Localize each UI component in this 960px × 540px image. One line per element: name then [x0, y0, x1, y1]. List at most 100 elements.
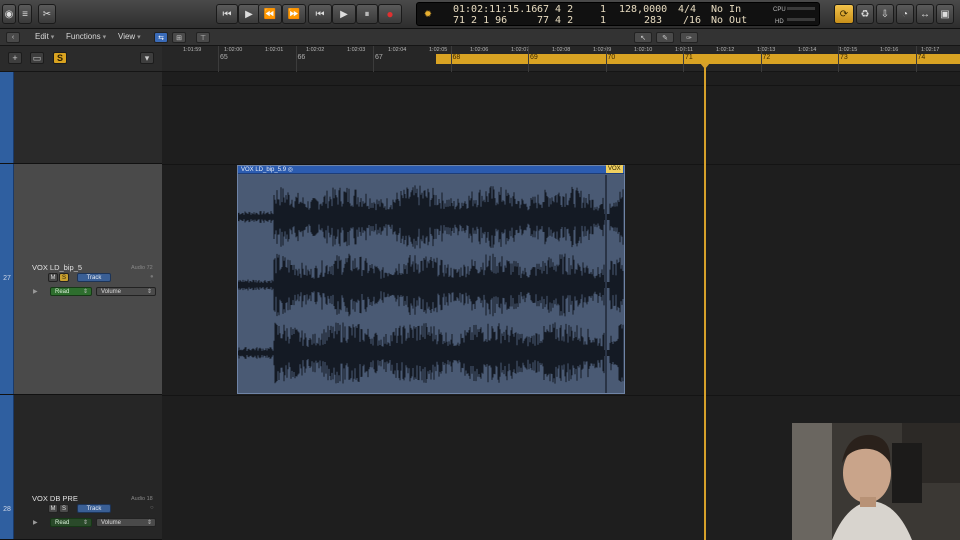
- track-header-28[interactable]: 28 VOX DB PRE Audio 18 M S Track ○ ▶ Rea…: [0, 395, 162, 540]
- forward-button[interactable]: ⏩: [282, 4, 306, 24]
- solo-button[interactable]: S: [59, 273, 69, 282]
- playhead[interactable]: [704, 64, 706, 540]
- lcd-display[interactable]: ✹ 01:02:11:15.16 71 2 1 96 67 4 2 77 4 2…: [416, 2, 820, 26]
- webcam-overlay: [792, 423, 960, 540]
- mute-button[interactable]: M: [48, 273, 58, 282]
- record-enable-icon[interactable]: ○: [150, 505, 154, 511]
- play-from-selection-button[interactable]: ▶: [238, 4, 260, 24]
- ruler-timecode: 1:02:02: [306, 47, 325, 53]
- lcd-division: /16: [683, 15, 702, 26]
- disclosure-triangle-icon[interactable]: ▶: [33, 288, 38, 295]
- select-arrow-icon: ⇕: [82, 520, 88, 526]
- go-to-start-button[interactable]: ⏮: [216, 4, 238, 24]
- ruler-timecode: 1:02:08: [552, 47, 571, 53]
- ruler-bar-number: 72: [762, 54, 771, 61]
- stop-button[interactable]: ⏮: [308, 4, 332, 24]
- list-editors-icon[interactable]: ▣: [936, 4, 954, 24]
- metronome-icon[interactable]: ◔: [896, 4, 914, 24]
- automation-mode-select[interactable]: Read ⇕: [50, 518, 92, 527]
- pencil-icon[interactable]: ✎: [656, 32, 674, 43]
- ruler-bar-number: 73: [840, 54, 848, 61]
- select-arrow-icon: ⇕: [146, 520, 152, 526]
- record-button[interactable]: ●: [378, 4, 402, 24]
- hd-meter: [787, 18, 815, 21]
- header-menu-icon[interactable]: ▾: [140, 52, 154, 64]
- new-folder-icon[interactable]: ▭: [30, 52, 44, 64]
- rewind-button[interactable]: ⏪: [258, 4, 282, 24]
- global-solo-button[interactable]: S: [53, 52, 67, 64]
- lcd-midi-in: No In: [711, 4, 742, 15]
- local-menu-bar: ‹ Edit Functions View ⇆ ⊞ ⊤ ↖ ✎ ✑: [0, 29, 960, 46]
- ruler-bar-number: 68: [452, 54, 461, 61]
- disclosure-triangle-icon[interactable]: ▶: [33, 519, 38, 526]
- ruler-timecode: 1:02:04: [388, 47, 407, 53]
- ruler-timecode: 1:02:06: [470, 47, 489, 53]
- region-name-tag[interactable]: VOX: [606, 165, 623, 173]
- solo-button[interactable]: S: [59, 504, 69, 513]
- cpu-meter: [787, 7, 815, 10]
- pause-button[interactable]: ⏸: [356, 4, 378, 24]
- zoom-icon[interactable]: ↔: [916, 4, 934, 24]
- editors-icon[interactable]: ✂: [38, 4, 56, 24]
- region-header[interactable]: VOX LD_bip_5.9 ◎ VOX: [238, 165, 624, 174]
- tuner-icon[interactable]: ♻: [856, 4, 874, 24]
- sun-icon[interactable]: ✹: [424, 7, 432, 20]
- automation-param-select[interactable]: Volume ⇕: [96, 518, 156, 527]
- automation-param-select[interactable]: Volume ⇕: [96, 287, 156, 296]
- ruler-bar-number: 67: [375, 54, 383, 61]
- track-button[interactable]: Track: [77, 273, 111, 282]
- lcd-left-locator: 67 4 2: [537, 4, 574, 15]
- track-channel: Audio 72: [131, 265, 153, 271]
- filter-icon[interactable]: ⊤: [196, 32, 210, 43]
- lcd-right-div: 1: [600, 15, 607, 26]
- view-menu[interactable]: View: [118, 32, 141, 41]
- play-button[interactable]: ▶: [332, 4, 356, 24]
- ruler-timecode: 1:02:00: [224, 47, 243, 53]
- loop-icon: ◎: [287, 167, 293, 173]
- automation-mode-select[interactable]: Read ⇕: [50, 287, 92, 296]
- mixer-icon[interactable]: ≡: [18, 4, 32, 24]
- lcd-midi-out: No Out: [711, 15, 748, 26]
- track-name[interactable]: VOX LD_bip_5: [32, 263, 82, 272]
- track-header-26[interactable]: [0, 72, 162, 164]
- track-header-27[interactable]: 27 VOX LD_bip_5 Audio 72 M S Track ● ▶ R…: [0, 164, 162, 395]
- library-icon[interactable]: ◉: [2, 4, 16, 24]
- functions-menu[interactable]: Functions: [66, 32, 106, 41]
- ruler-bar-number: 66: [297, 54, 306, 61]
- count-in-icon[interactable]: ⇩: [876, 4, 894, 24]
- lcd-tempo: 128,0000: [619, 4, 668, 15]
- back-icon[interactable]: ‹: [6, 32, 20, 43]
- ruler-bar-number: 74: [917, 54, 926, 61]
- ruler-bar-number: 71: [685, 54, 693, 61]
- cycle-icon[interactable]: ⟳: [834, 4, 854, 24]
- track-name[interactable]: VOX DB PRE: [32, 494, 78, 503]
- ruler-timecode: 1:02:07: [511, 47, 530, 53]
- link-icon[interactable]: ⊞: [172, 32, 186, 43]
- ruler-timecode: 1:02:10: [634, 47, 653, 53]
- catch-icon[interactable]: ⇆: [154, 32, 168, 43]
- ruler-bar-number: 69: [530, 54, 538, 61]
- track-color-stripe: [0, 72, 14, 163]
- waveform: [238, 175, 624, 393]
- edit-menu[interactable]: Edit: [35, 32, 54, 41]
- mute-button[interactable]: M: [48, 504, 58, 513]
- hd-label: HD: [775, 19, 784, 25]
- lcd-smpte: 01:02:11:15.16: [453, 4, 538, 15]
- cpu-label: CPU: [773, 7, 786, 13]
- audio-region[interactable]: VOX LD_bip_5.9 ◎ VOX: [237, 165, 625, 394]
- ruler-timecode: 1:02:12: [716, 47, 735, 53]
- pointer-icon[interactable]: ↖: [634, 32, 652, 43]
- track-button[interactable]: Track: [77, 504, 111, 513]
- ruler-bar-number: 65: [220, 54, 228, 61]
- add-track-button[interactable]: +: [8, 52, 22, 64]
- ruler-timecode: 1:02:01: [265, 47, 284, 53]
- marquee-icon[interactable]: ✑: [680, 32, 698, 43]
- lcd-right-locator: 77 4 2: [537, 15, 574, 26]
- ruler-timecode: 1:02:14: [798, 47, 817, 53]
- record-enable-icon[interactable]: ●: [150, 274, 154, 280]
- playhead-handle[interactable]: [700, 63, 710, 69]
- cycle-region[interactable]: [436, 54, 960, 64]
- select-arrow-icon: ⇕: [82, 289, 88, 295]
- track-number: 27: [3, 275, 11, 282]
- select-arrow-icon: ⇕: [146, 289, 152, 295]
